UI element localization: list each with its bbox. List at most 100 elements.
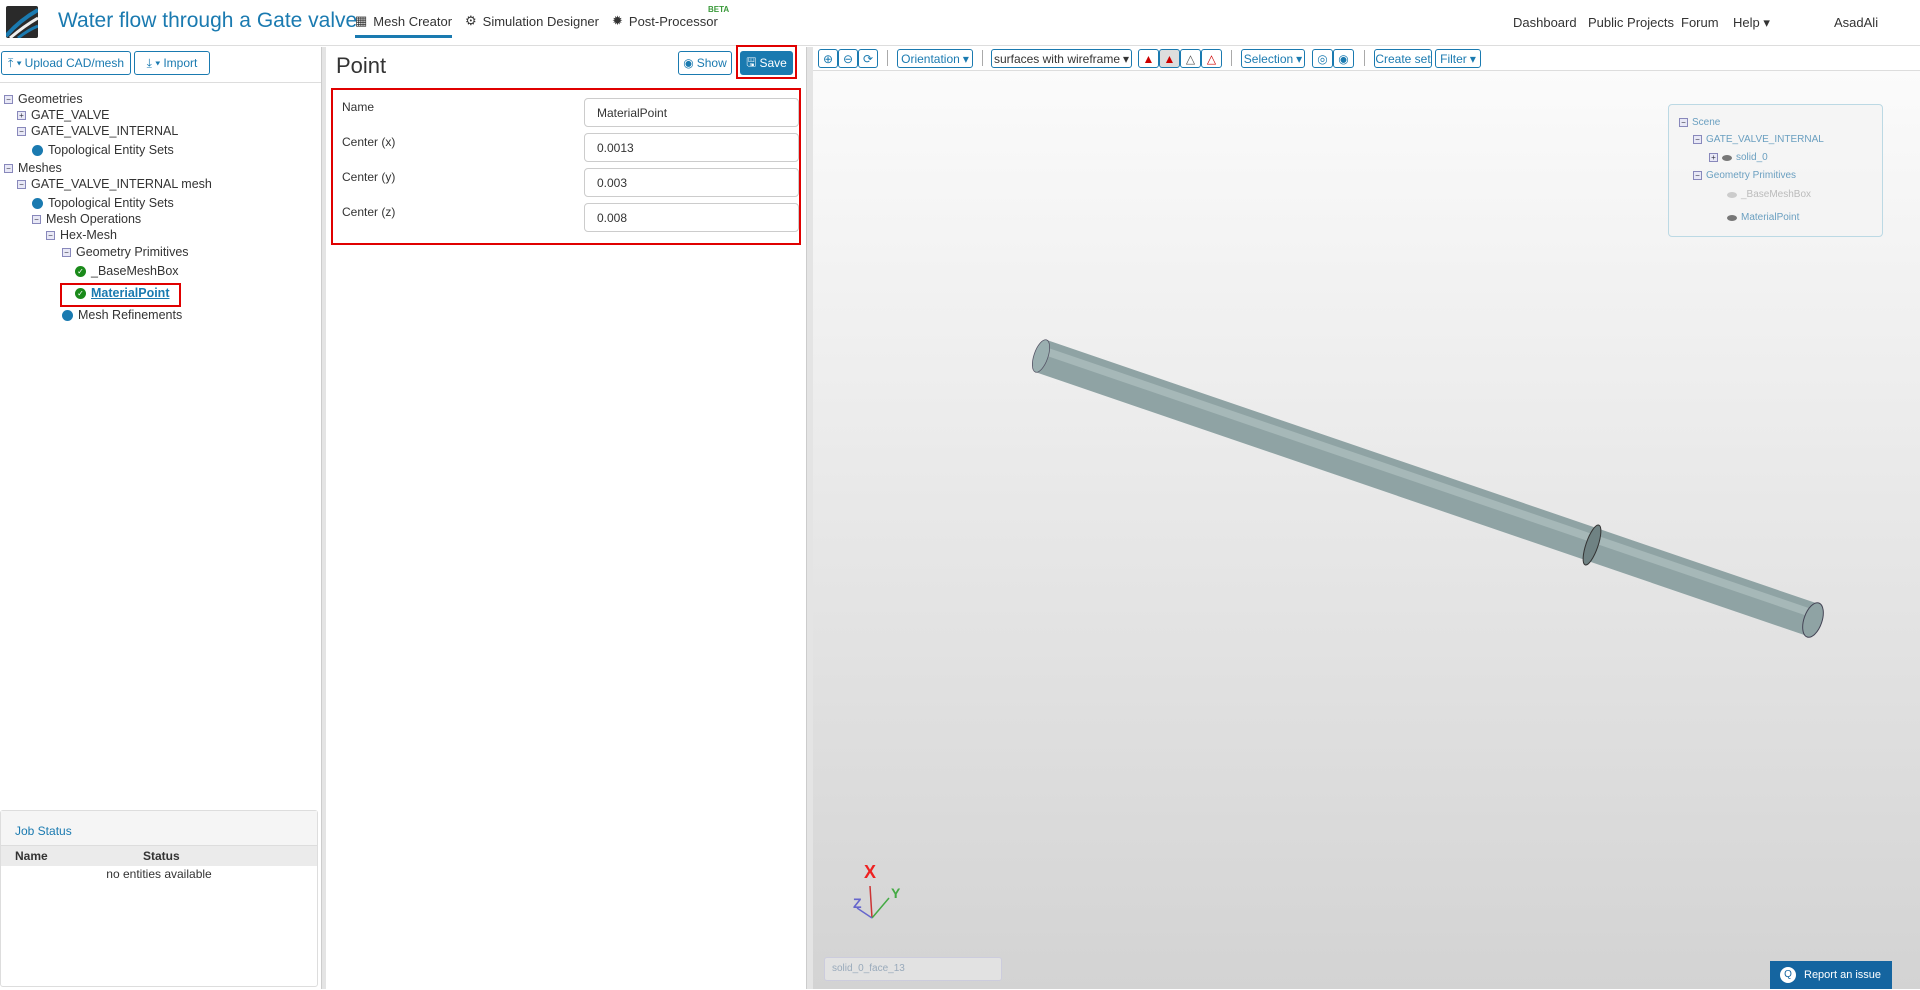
- tab-post-processor[interactable]: ✹ Post-Processor: [612, 13, 718, 35]
- import-button[interactable]: ⤓ ▾ Import: [134, 51, 210, 75]
- collapse-icon[interactable]: −: [17, 179, 26, 189]
- eye-icon[interactable]: [1727, 191, 1737, 198]
- scene-root[interactable]: − Scene: [1679, 117, 1720, 128]
- tree-item-label: Geometries: [18, 92, 83, 106]
- project-title: Water flow through a Gate valve: [58, 9, 358, 32]
- selection-info-box[interactable]: solid_0_face_13: [824, 957, 1002, 981]
- zoom-out-button[interactable]: ⊖: [838, 49, 858, 68]
- nav-dashboard[interactable]: Dashboard: [1513, 15, 1577, 30]
- right-splitter[interactable]: [806, 47, 813, 989]
- tree-item[interactable]: − Meshes: [4, 161, 62, 175]
- eye-icon[interactable]: [1727, 214, 1737, 221]
- minus-icon[interactable]: −: [1693, 135, 1702, 144]
- eye-icon[interactable]: [1722, 154, 1732, 161]
- tab-mesh-creator[interactable]: ▦ Mesh Creator: [355, 13, 453, 38]
- scene-solid[interactable]: + solid_0: [1709, 152, 1768, 163]
- scene-tree: − Scene − GATE_VALVE_INTERNAL + solid_0 − Ge…: [1668, 104, 1883, 237]
- show-button[interactable]: ◉ Show: [678, 51, 732, 75]
- grid-icon: ▦: [355, 13, 368, 28]
- tree-item-label: GATE_VALVE_INTERNAL: [31, 124, 179, 138]
- help-label: Help: [1733, 15, 1760, 30]
- tree-item[interactable]: − GATE_VALVE_INTERNAL: [17, 124, 178, 138]
- center-y-input[interactable]: [584, 168, 799, 197]
- name-input[interactable]: [584, 98, 799, 127]
- tree-item-label: Meshes: [18, 161, 62, 175]
- expand-icon[interactable]: +: [17, 110, 26, 120]
- collapse-icon[interactable]: −: [32, 214, 41, 224]
- surface-mode-button[interactable]: ▲: [1138, 49, 1159, 68]
- upload-icon: ⤒ ▾: [7, 55, 22, 70]
- create-set-button[interactable]: Create set: [1374, 49, 1432, 68]
- tree-item[interactable]: Topological Entity Sets: [32, 143, 174, 157]
- tab-label: Post-Processor: [628, 13, 718, 29]
- minus-icon[interactable]: −: [1693, 171, 1702, 180]
- points-button[interactable]: △: [1201, 49, 1222, 68]
- divider: [982, 50, 983, 66]
- plus-icon[interactable]: +: [1709, 153, 1718, 162]
- collapse-icon[interactable]: −: [4, 94, 13, 104]
- viewport-canvas[interactable]: − Scene − GATE_VALVE_INTERNAL + solid_0 − Ge…: [813, 70, 1920, 989]
- nav-public-projects[interactable]: Public Projects: [1588, 15, 1674, 30]
- tree-item[interactable]: − Geometries: [4, 92, 83, 106]
- nav-forum[interactable]: Forum: [1681, 15, 1719, 30]
- tree-item-label: Hex-Mesh: [60, 228, 117, 242]
- column-name: Name: [15, 849, 48, 863]
- report-issue-button[interactable]: Q Report an issue: [1770, 961, 1892, 989]
- reset-view-button[interactable]: ⟳: [858, 49, 878, 68]
- tree-item[interactable]: + GATE_VALVE: [17, 108, 110, 122]
- pipe-body: [1035, 339, 1819, 637]
- wireframe-button[interactable]: △: [1180, 49, 1201, 68]
- render-mode-select[interactable]: surfaces with wireframe ▾: [991, 49, 1132, 68]
- tree-item[interactable]: − Mesh Operations: [32, 212, 141, 226]
- scene-label: solid_0: [1736, 152, 1768, 163]
- 3d-viewer: ⊕ ⊖ ⟳ Orientation ▾ surfaces with wirefr…: [813, 47, 1920, 989]
- collapse-icon[interactable]: −: [46, 230, 55, 240]
- tree-item[interactable]: − Geometry Primitives: [62, 245, 189, 259]
- header: Water flow through a Gate valve ▦ Mesh Cr…: [0, 0, 1920, 46]
- tree-item[interactable]: − GATE_VALVE_INTERNAL mesh: [17, 177, 212, 191]
- collapse-icon[interactable]: −: [4, 163, 13, 173]
- zoom-in-icon: ⊕: [822, 51, 834, 66]
- x-axis-line: [869, 885, 873, 919]
- tree-item[interactable]: − Hex-Mesh: [46, 228, 117, 242]
- collapse-icon[interactable]: −: [62, 247, 71, 257]
- orientation-dropdown[interactable]: Orientation ▾: [897, 49, 973, 68]
- field-label: Center (z): [342, 205, 396, 219]
- tree-item-label: Topological Entity Sets: [48, 143, 174, 157]
- minus-icon[interactable]: −: [1679, 118, 1688, 127]
- scene-label: Scene: [1692, 117, 1721, 128]
- show-all-button[interactable]: ◉: [1333, 49, 1354, 68]
- tab-simulation-designer[interactable]: ⚙ Simulation Designer: [465, 13, 599, 35]
- orientation-label: Orientation: [901, 51, 960, 66]
- zoom-in-button[interactable]: ⊕: [818, 49, 838, 68]
- job-status-title: Job Status: [1, 811, 317, 846]
- job-status-panel: Job Status Name Status no entities avail…: [0, 810, 318, 987]
- eye-icon: ◉: [683, 56, 694, 70]
- user-menu[interactable]: AsadAli: [1834, 15, 1878, 30]
- collapse-icon[interactable]: −: [17, 126, 26, 136]
- gears-icon: ⚙: [465, 13, 477, 28]
- z-axis-label: Z: [853, 895, 862, 911]
- app-logo[interactable]: [6, 6, 38, 38]
- circle-icon: [32, 144, 43, 156]
- tree-item[interactable]: Topological Entity Sets: [32, 196, 174, 210]
- scene-primitives[interactable]: − Geometry Primitives: [1693, 170, 1796, 181]
- center-z-input[interactable]: [584, 203, 799, 232]
- scene-basemeshbox[interactable]: _BaseMeshBox: [1727, 189, 1811, 200]
- scene-materialpoint[interactable]: MaterialPoint: [1727, 212, 1799, 223]
- upload-cad-button[interactable]: ⤒ ▾ Upload CAD/mesh: [1, 51, 131, 75]
- tree-item[interactable]: ✓ _BaseMeshBox: [75, 264, 179, 278]
- tree-item-label: Topological Entity Sets: [48, 196, 174, 210]
- scene-geometry[interactable]: − GATE_VALVE_INTERNAL: [1693, 134, 1824, 145]
- filter-dropdown[interactable]: Filter ▾: [1435, 49, 1481, 68]
- tree-item[interactable]: Mesh Refinements: [62, 308, 182, 322]
- hide-button[interactable]: ◎: [1312, 49, 1333, 68]
- import-label: Import: [163, 56, 198, 70]
- divider: [0, 82, 321, 83]
- center-x-input[interactable]: [584, 133, 799, 162]
- solid-triangle-icon: ▲: [1142, 51, 1155, 66]
- selection-dropdown[interactable]: Selection ▾: [1241, 49, 1305, 68]
- wireframe-surface-button[interactable]: ▲: [1159, 49, 1180, 68]
- left-splitter[interactable]: [321, 47, 326, 989]
- nav-help[interactable]: Help ▾: [1733, 15, 1770, 31]
